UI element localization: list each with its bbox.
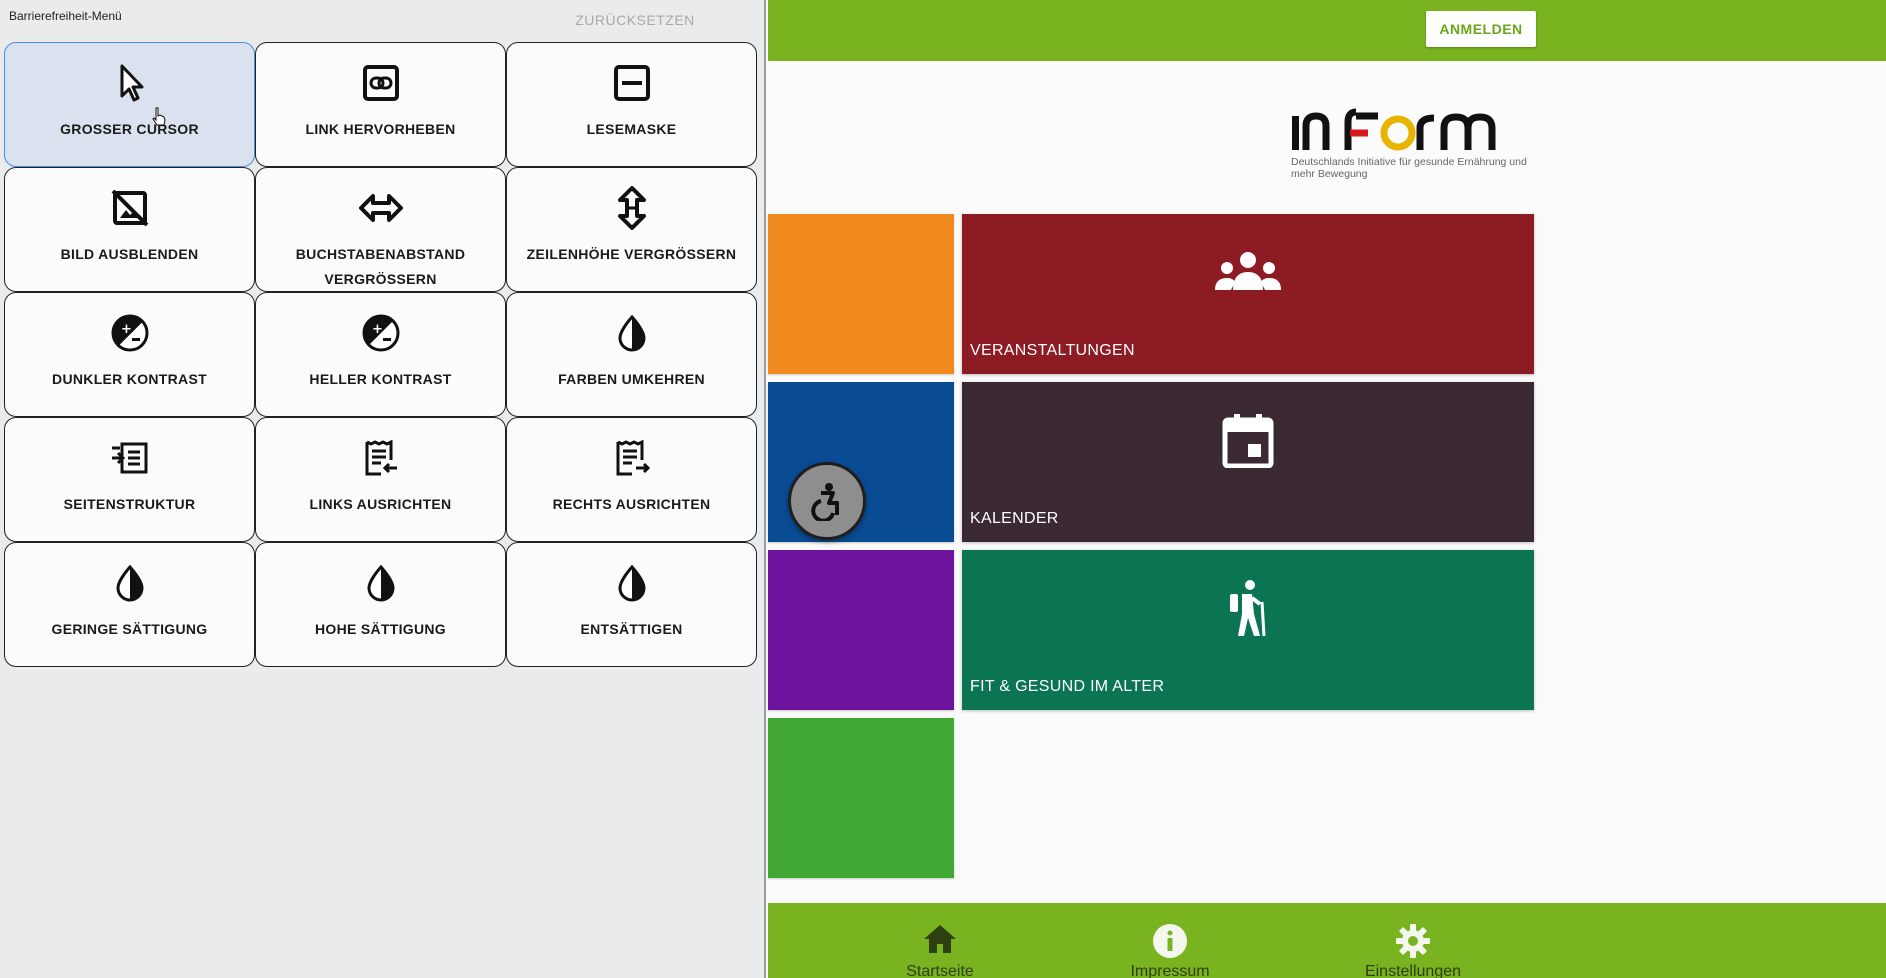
option-label: ENTSÄTTIGEN xyxy=(580,621,683,637)
nav-settings[interactable]: Einstellungen xyxy=(1338,923,1488,978)
option-low-saturation[interactable]: GERINGE SÄTTIGUNG xyxy=(4,542,255,667)
reset-button[interactable]: ZURÜCKSETZEN xyxy=(540,12,730,28)
hide-image-icon xyxy=(108,186,152,230)
panel-title: Barrierefreiheit-Menü xyxy=(9,9,122,23)
option-label: GERINGE SÄTTIGUNG xyxy=(51,621,208,637)
group-icon xyxy=(1215,252,1281,290)
option-label: RECHTS AUSRICHTEN xyxy=(552,496,711,512)
color-tile-orange[interactable] xyxy=(768,214,954,374)
contrast-icon: + xyxy=(359,311,403,355)
gear-icon xyxy=(1396,924,1430,958)
accessibility-icon xyxy=(811,483,839,521)
color-tile-purple[interactable] xyxy=(768,550,954,710)
svg-text:+: + xyxy=(372,322,383,337)
option-label: GROSSER CURSOR xyxy=(60,121,199,137)
hiker-icon xyxy=(1230,580,1266,637)
info-icon xyxy=(1153,924,1187,958)
color-tile-green[interactable] xyxy=(768,718,954,878)
reading-mask-icon xyxy=(610,61,654,105)
hand-pointer-icon xyxy=(152,107,166,126)
option-page-structure[interactable]: SEITENSTRUKTUR xyxy=(4,417,255,542)
option-hide-images[interactable]: BILD AUSBLENDEN xyxy=(4,167,255,292)
option-label: LESEMASKE xyxy=(586,121,677,137)
align-left-icon xyxy=(359,436,403,480)
app-view: ANMELDEN Deutschlands Initiative für ges… xyxy=(768,0,1886,978)
drop-icon xyxy=(610,311,654,355)
home-icon xyxy=(924,925,956,953)
option-reading-mask[interactable]: LESEMASKE xyxy=(506,42,757,167)
option-invert-colors[interactable]: FARBEN UMKEHREN xyxy=(506,292,757,417)
option-align-left[interactable]: LINKS AUSRICHTEN xyxy=(255,417,506,542)
accessibility-options-grid: GROSSER CURSOR LINK HERVORHEBEN LESEMASK… xyxy=(4,42,757,667)
option-label: HOHE SÄTTIGUNG xyxy=(315,621,446,637)
option-label: HELLER KONTRAST xyxy=(309,371,452,387)
bottom-navigation: Startseite Impressum Einstellungen xyxy=(768,903,1886,978)
nav-home[interactable]: Startseite xyxy=(865,923,1015,978)
tile-label: VERANSTALTUNGEN xyxy=(970,342,1135,359)
option-label: LINK HERVORHEBEN xyxy=(305,121,456,137)
option-label: DUNKLER KONTRAST xyxy=(52,371,207,387)
accessibility-button[interactable] xyxy=(788,462,866,540)
tile-fit-healthy[interactable]: FIT & GESUND IM ALTER xyxy=(962,550,1534,710)
contrast-icon: + xyxy=(108,311,152,355)
drop-icon xyxy=(108,561,152,605)
page-structure-icon xyxy=(108,436,152,480)
calendar-icon xyxy=(1222,414,1274,468)
nav-label: Impressum xyxy=(1130,963,1210,978)
align-right-icon xyxy=(610,436,654,480)
option-large-cursor[interactable]: GROSSER CURSOR xyxy=(4,42,255,167)
tile-label: FIT & GESUND IM ALTER xyxy=(970,678,1165,695)
tile-label: KALENDER xyxy=(970,510,1059,527)
svg-text:+: + xyxy=(121,322,132,337)
option-label: FARBEN UMKEHREN xyxy=(558,371,705,387)
option-label: BILD AUSBLENDEN xyxy=(60,246,199,262)
vertical-arrows-icon xyxy=(610,186,654,230)
cursor-arrow-icon xyxy=(108,61,152,105)
login-button[interactable]: ANMELDEN xyxy=(1426,11,1536,47)
nav-imprint[interactable]: Impressum xyxy=(1095,923,1245,978)
option-label: BUCHSTABENABSTAND VERGRÖSSERN xyxy=(295,246,466,287)
logo-wordmark xyxy=(1292,108,1496,151)
option-light-contrast[interactable]: + HELLER KONTRAST xyxy=(255,292,506,417)
horizontal-arrows-icon xyxy=(358,186,403,230)
option-align-right[interactable]: RECHTS AUSRICHTEN xyxy=(506,417,757,542)
link-icon xyxy=(359,61,403,105)
option-dark-contrast[interactable]: + DUNKLER KONTRAST xyxy=(4,292,255,417)
accessibility-panel: Barrierefreiheit-Menü ZURÜCKSETZEN GROSS… xyxy=(0,0,766,978)
drop-icon xyxy=(359,561,403,605)
drop-icon xyxy=(610,561,654,605)
option-label: SEITENSTRUKTUR xyxy=(63,496,196,512)
logo-subtitle: Deutschlands Initiative für gesunde Ernä… xyxy=(1291,156,1527,180)
option-label: LINKS AUSRICHTEN xyxy=(309,496,452,512)
nav-label: Startseite xyxy=(906,963,974,978)
option-desaturate[interactable]: ENTSÄTTIGEN xyxy=(506,542,757,667)
option-highlight-links[interactable]: LINK HERVORHEBEN xyxy=(255,42,506,167)
option-high-saturation[interactable]: HOHE SÄTTIGUNG xyxy=(255,542,506,667)
option-line-height[interactable]: ZEILENHÖHE VERGRÖSSERN xyxy=(506,167,757,292)
in-form-logo: Deutschlands Initiative für gesunde Ernä… xyxy=(1288,108,1538,188)
tile-events[interactable]: VERANSTALTUNGEN xyxy=(962,214,1534,374)
option-label: ZEILENHÖHE VERGRÖSSERN xyxy=(526,246,737,262)
nav-label: Einstellungen xyxy=(1364,963,1462,978)
tile-calendar[interactable]: KALENDER xyxy=(962,382,1534,542)
option-letter-spacing[interactable]: BUCHSTABENABSTAND VERGRÖSSERN xyxy=(255,167,506,292)
top-bar: ANMELDEN xyxy=(768,0,1886,61)
